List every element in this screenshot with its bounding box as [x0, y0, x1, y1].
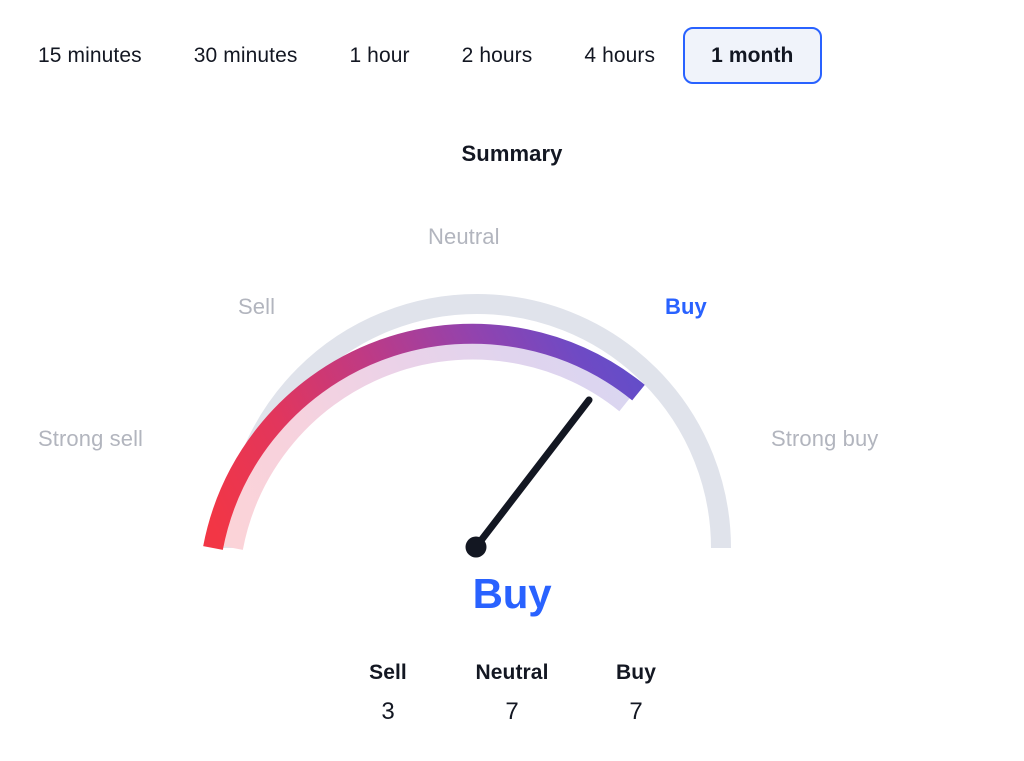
signal-count-neutral: Neutral 7	[450, 660, 574, 724]
gauge-zone-label-strong-sell: Strong sell	[38, 426, 144, 451]
signal-count-neutral-value: 7	[505, 698, 519, 726]
summary-verdict: Buy	[472, 570, 552, 617]
signal-count-buy-value: 7	[629, 698, 643, 726]
gauge-zone-label-buy: Buy	[665, 294, 707, 319]
gauge-zone-label-sell: Sell	[238, 294, 276, 319]
signal-count-sell-value: 3	[381, 698, 395, 726]
signal-count-neutral-label: Neutral	[475, 661, 549, 684]
timeframe-tab-15-minutes[interactable]: 15 minutes	[14, 27, 166, 84]
signal-counts: Sell 3 Neutral 7 Buy 7	[0, 660, 1024, 724]
signal-count-buy: Buy 7	[574, 660, 698, 724]
gauge-zone-label-neutral: Neutral	[428, 224, 500, 249]
summary-gauge: Strong sell Sell Neutral Buy Strong buy	[0, 190, 1024, 570]
signal-count-sell: Sell 3	[326, 660, 450, 724]
signal-count-buy-label: Buy	[616, 661, 656, 684]
timeframe-tab-1-month[interactable]: 1 month	[683, 26, 822, 84]
gauge-zone-label-strong-buy: Strong buy	[771, 426, 879, 451]
gauge-svg	[203, 294, 731, 558]
timeframe-tab-bar: 15 minutes 30 minutes 1 hour 2 hours 4 h…	[0, 0, 1024, 110]
gauge-needle	[465, 396, 593, 558]
timeframe-tab-2-hours[interactable]: 2 hours	[438, 27, 557, 84]
timeframe-tab-1-hour[interactable]: 1 hour	[325, 27, 433, 84]
timeframe-tab-4-hours[interactable]: 4 hours	[560, 27, 679, 84]
timeframe-tab-30-minutes[interactable]: 30 minutes	[170, 27, 322, 84]
signal-count-sell-label: Sell	[369, 661, 407, 684]
timeframe-tab-truncated[interactable]	[4, 32, 12, 78]
page-title: Summary	[461, 141, 563, 166]
